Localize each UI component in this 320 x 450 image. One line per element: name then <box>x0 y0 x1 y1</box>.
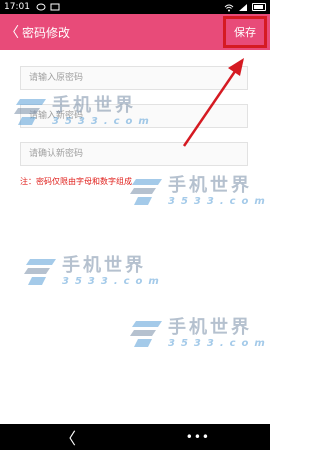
nav-back-icon[interactable]: 〈 <box>60 425 76 449</box>
watermark-main-text: 手机世界 <box>62 255 146 276</box>
watermark-logo-icon <box>14 98 46 125</box>
watermark: 手机世界 3533.com <box>24 256 165 287</box>
watermark: 手机世界 3533.com <box>130 318 271 349</box>
watermark-logo-icon <box>130 178 162 205</box>
watermark-main-text: 手机世界 <box>52 95 136 116</box>
watermark-main-text: 手机世界 <box>168 317 252 338</box>
chat-icon <box>36 3 46 10</box>
nav-more-icon[interactable]: ••• <box>186 430 210 444</box>
watermark-sub-text: 3533.com <box>52 116 155 127</box>
back-button[interactable]: 〈 <box>2 14 22 50</box>
status-left-icons <box>36 3 60 12</box>
wifi-icon <box>224 4 234 11</box>
watermark-logo-icon <box>130 320 162 347</box>
watermark: 手机世界 3533.com <box>130 176 271 207</box>
page-title: 密码修改 <box>22 25 71 40</box>
status-bar: 17:01 <box>0 0 270 14</box>
bottom-nav-bar: 〈 ••• <box>0 424 270 450</box>
status-right-icons <box>224 3 266 12</box>
battery-icon <box>252 3 266 11</box>
watermark-sub-text: 3533.com <box>168 338 271 349</box>
watermark: 手机世界 3533.com <box>14 96 155 127</box>
message-icon <box>50 3 60 10</box>
watermark-sub-text: 3533.com <box>62 276 165 287</box>
save-highlight-box: 保存 <box>223 16 267 48</box>
password-rule-note: 注：密码仅限由字母和数字组成 <box>20 177 132 186</box>
watermark-main-text: 手机世界 <box>168 175 252 196</box>
watermark-sub-text: 3533.com <box>168 196 271 207</box>
status-time: 17:01 <box>4 2 30 12</box>
signal-icon <box>239 3 247 11</box>
confirm-password-field[interactable] <box>20 142 248 166</box>
watermark-logo-icon <box>24 258 56 285</box>
app-bar: 〈 密码修改 保存 <box>0 14 270 50</box>
save-button[interactable]: 保存 <box>234 24 256 40</box>
old-password-field[interactable] <box>20 66 248 90</box>
